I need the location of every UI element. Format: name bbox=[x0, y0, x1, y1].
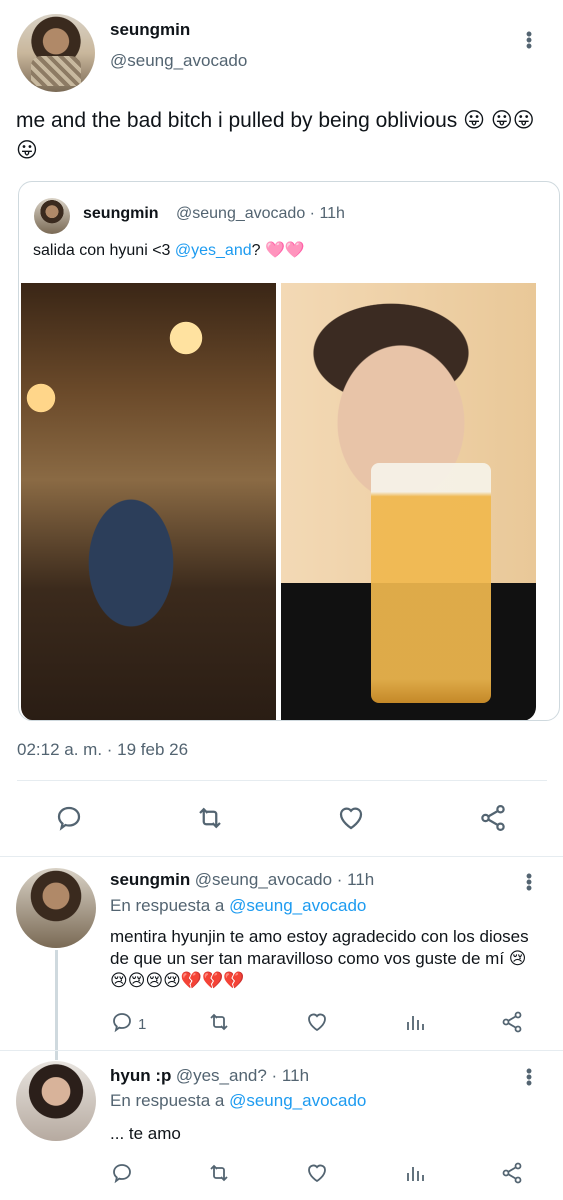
reply-1-header: seungmin @seung_avocado · 11h bbox=[110, 870, 374, 890]
quoted-author-name: seungmin bbox=[83, 205, 159, 222]
quoted-mention-link[interactable]: @yes_and bbox=[175, 242, 252, 259]
heart-icon[interactable] bbox=[334, 801, 368, 835]
reply-2-header: hyun :p @yes_and? · 11h bbox=[110, 1066, 309, 1086]
quoted-author-handle: @seung_avocado · 11h bbox=[176, 205, 345, 222]
author-avatar[interactable] bbox=[17, 14, 95, 92]
quoted-photo-1[interactable] bbox=[21, 283, 276, 720]
quoted-tweet-text: salida con hyuni <3 @yes_and? 🩷🩷 bbox=[33, 240, 305, 260]
reply-2-author-handle[interactable]: @yes_and? · 11h bbox=[176, 1066, 309, 1085]
reply-1-author-handle[interactable]: @seung_avocado · 11h bbox=[195, 870, 375, 889]
divider bbox=[0, 856, 563, 857]
divider bbox=[0, 1050, 563, 1051]
reply-1-in-reply-to: En respuesta a @seung_avocado bbox=[110, 896, 366, 916]
retweet-icon[interactable] bbox=[193, 801, 227, 835]
heart-icon[interactable] bbox=[305, 1010, 329, 1039]
quoted-text-suffix: ? 🩷🩷 bbox=[251, 242, 305, 259]
reply-1-author-name[interactable]: seungmin bbox=[110, 870, 190, 889]
reply-2-avatar[interactable] bbox=[16, 1061, 96, 1141]
reply-count: 1 bbox=[138, 1016, 147, 1033]
thread-line bbox=[55, 950, 58, 1060]
retweet-icon[interactable] bbox=[207, 1010, 231, 1039]
more-icon[interactable]: • • • bbox=[524, 25, 534, 55]
in-reply-mention[interactable]: @seung_avocado bbox=[229, 1091, 366, 1110]
quoted-tweet[interactable]: seungmin @seung_avocado · 11h salida con… bbox=[18, 181, 560, 721]
share-icon[interactable] bbox=[476, 801, 510, 835]
quoted-photo-2[interactable] bbox=[281, 283, 536, 720]
reply-2-text: ... te amo bbox=[110, 1124, 181, 1143]
quoted-text-prefix: salida con hyuni <3 bbox=[33, 242, 175, 259]
more-icon[interactable]: • • • bbox=[524, 867, 534, 897]
in-reply-prefix: En respuesta a bbox=[110, 896, 230, 915]
divider bbox=[17, 780, 547, 781]
in-reply-mention[interactable]: @seung_avocado bbox=[229, 896, 366, 915]
author-name[interactable]: seungmin bbox=[110, 20, 190, 40]
reply-icon[interactable] bbox=[110, 1161, 134, 1190]
reply-icon[interactable] bbox=[52, 801, 86, 835]
share-icon[interactable] bbox=[500, 1161, 524, 1190]
heart-icon[interactable] bbox=[305, 1161, 329, 1190]
reply-icon bbox=[110, 1010, 134, 1039]
reply-1-reply-button[interactable]: 1 bbox=[110, 1010, 146, 1039]
analytics-icon[interactable] bbox=[403, 1161, 427, 1190]
reply-1-text: mentira hyunjin te amo estoy agradecido … bbox=[110, 927, 529, 990]
in-reply-prefix: En respuesta a bbox=[110, 1091, 230, 1110]
reply-2-author-name[interactable]: hyun :p bbox=[110, 1066, 171, 1085]
share-icon[interactable] bbox=[500, 1010, 524, 1039]
tweet-timestamp[interactable]: 02:12 a. m. · 19 feb 26 bbox=[17, 740, 188, 760]
more-icon[interactable]: • • • bbox=[524, 1062, 534, 1092]
beer-mug-image bbox=[371, 463, 491, 703]
reply-1-avatar[interactable] bbox=[16, 868, 96, 948]
analytics-icon[interactable] bbox=[403, 1010, 427, 1039]
author-handle[interactable]: @seung_avocado bbox=[110, 51, 247, 71]
tweet-text: me and the bad bitch i pulled by being o… bbox=[16, 109, 535, 162]
quoted-author-avatar bbox=[34, 198, 70, 234]
reply-2-in-reply-to: En respuesta a @seung_avocado bbox=[110, 1091, 366, 1111]
retweet-icon[interactable] bbox=[207, 1161, 231, 1190]
